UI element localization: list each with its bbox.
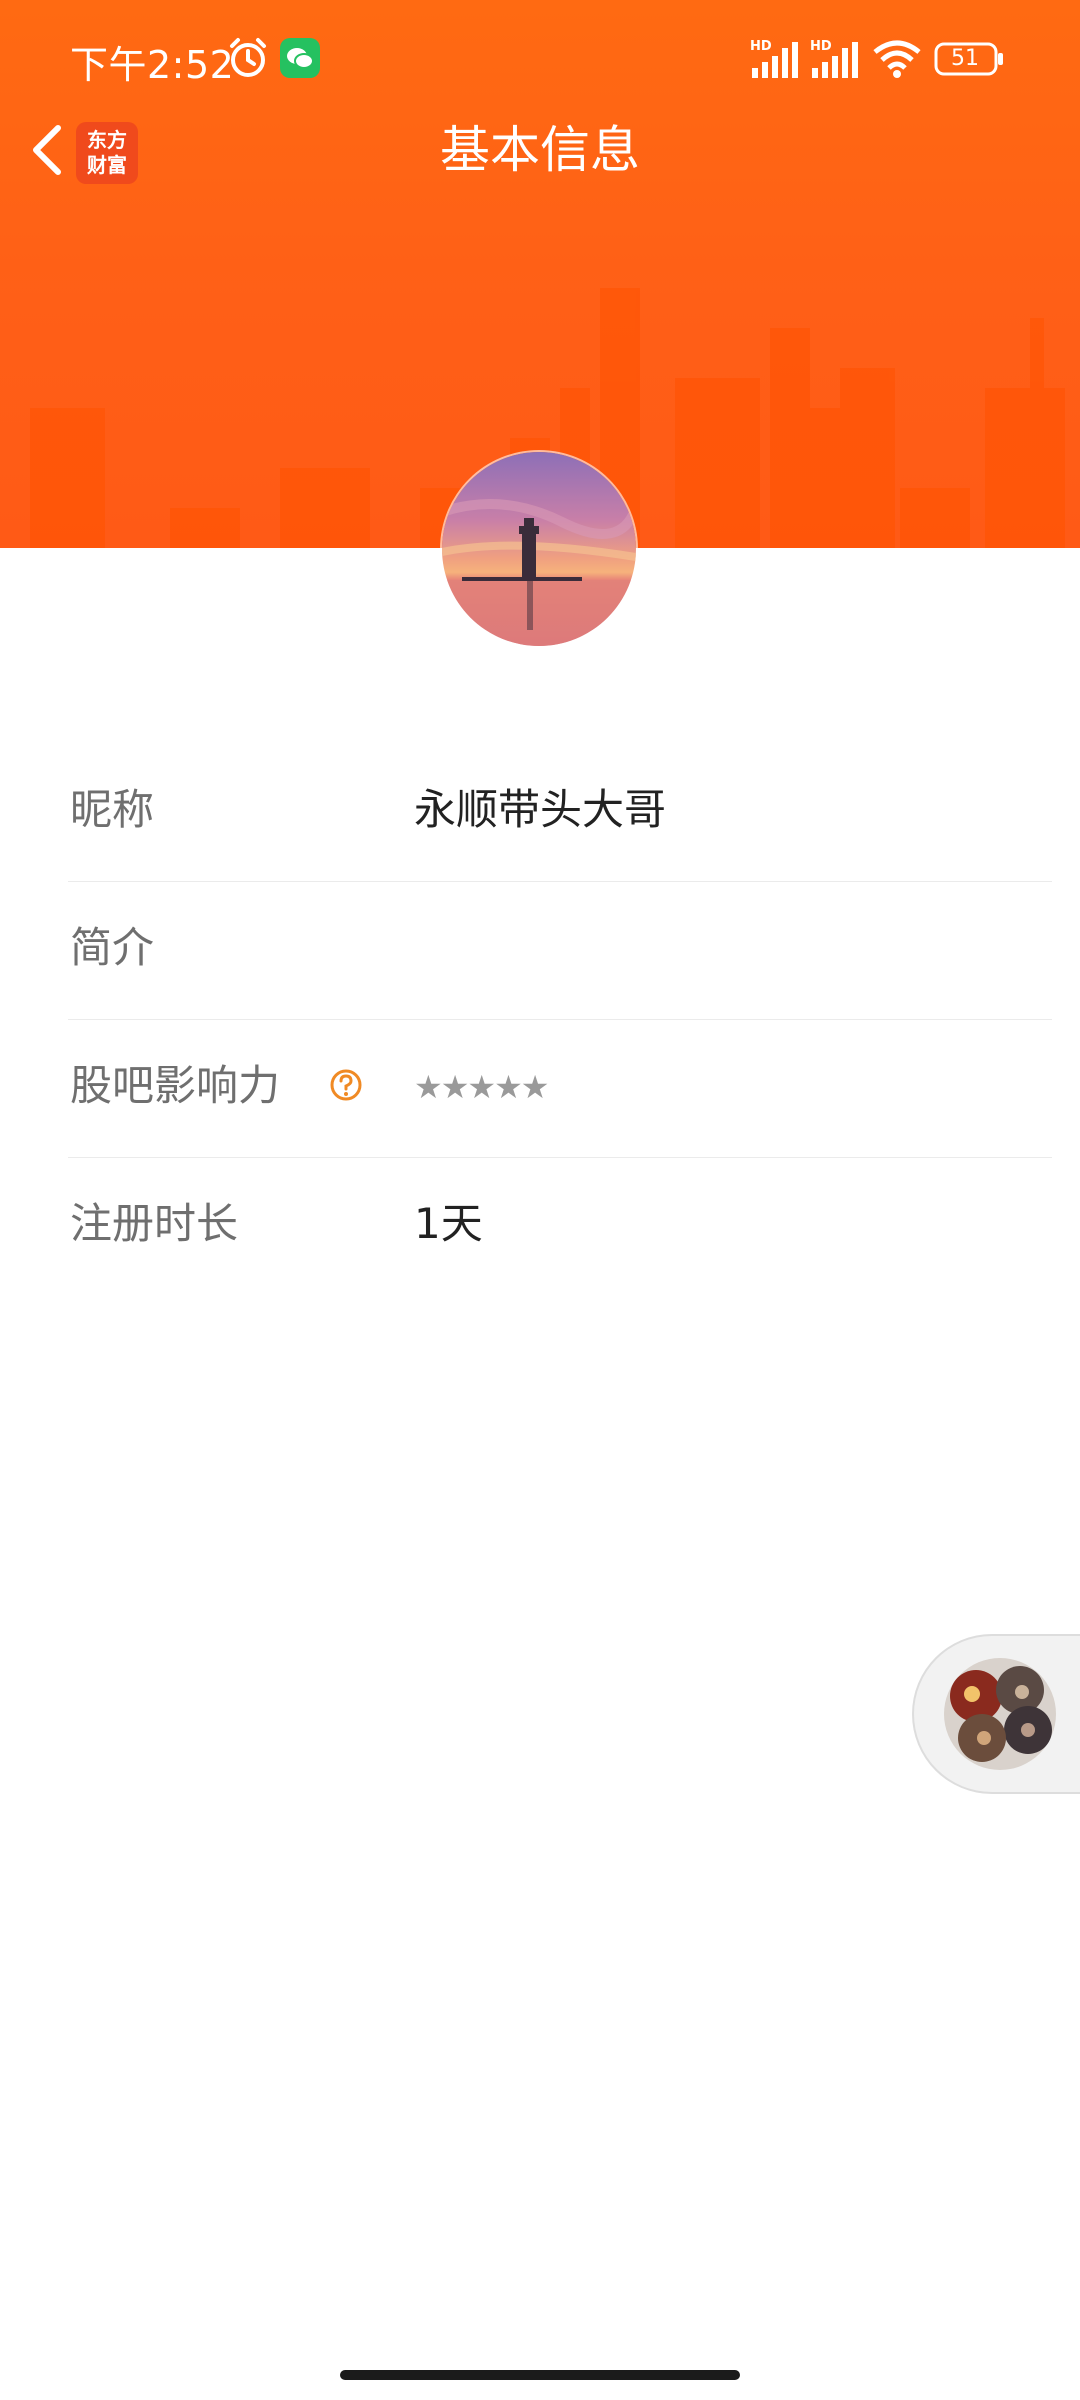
bio-row[interactable]: 简介 — [68, 882, 1052, 1020]
question-circle-icon[interactable] — [329, 1068, 363, 1102]
home-indicator[interactable] — [340, 2370, 740, 2380]
wifi-icon — [873, 40, 921, 78]
status-time: 下午2:52 — [70, 43, 235, 87]
floating-game-widget[interactable] — [912, 1634, 1080, 1794]
nickname-label: 昵称 — [70, 785, 155, 834]
svg-text:HD: HD — [810, 39, 832, 54]
wechat-icon — [280, 38, 320, 78]
influence-row: 股吧影响力 ★★★★★ — [68, 1020, 1052, 1158]
alarm-icon — [230, 38, 266, 77]
profile-info-list: 昵称 永顺带头大哥 简介 股吧影响力 ★★★★★ 注册时长 1天 — [68, 744, 1052, 1296]
svg-text:HD: HD — [750, 39, 772, 54]
influence-stars: ★★★★★ — [414, 1068, 549, 1106]
registration-row: 注册时长 1天 — [68, 1158, 1052, 1296]
hd-signal-icon: HD — [810, 39, 858, 78]
bio-label: 简介 — [70, 923, 155, 972]
navigation-bar: 东方 财富 基本信息 — [0, 110, 1080, 190]
battery-level: 51 — [951, 46, 979, 71]
registration-value: 1天 — [414, 1199, 483, 1248]
avatar[interactable] — [442, 452, 636, 646]
lighthouse-sunset-image — [442, 452, 636, 646]
registration-label: 注册时长 — [70, 1199, 239, 1248]
influence-label: 股吧影响力 — [70, 1061, 281, 1110]
game-character-icon — [944, 1658, 1056, 1770]
status-bar: 下午2:52 HD HD 51 — [0, 0, 1080, 120]
nickname-value: 永顺带头大哥 — [414, 785, 667, 834]
nickname-row[interactable]: 昵称 永顺带头大哥 — [68, 744, 1052, 882]
hd-signal-icon: HD — [750, 39, 798, 78]
page-title: 基本信息 — [440, 121, 640, 179]
